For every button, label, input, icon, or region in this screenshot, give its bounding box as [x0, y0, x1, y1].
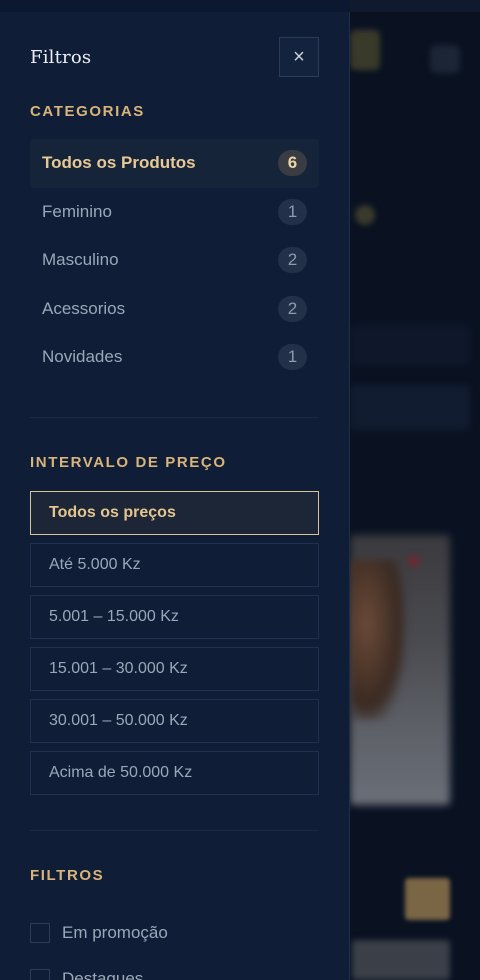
category-item-feminino[interactable]: Feminino 1 — [30, 188, 319, 237]
filter-em-promocao[interactable]: Em promoção — [30, 910, 319, 956]
category-list: Todos os Produtos 6 Feminino 1 Masculino… — [30, 139, 319, 382]
background-product-face — [350, 560, 405, 720]
filter-drawer: Filtros × CATEGORIAS Todos os Produtos 6… — [0, 0, 350, 980]
price-option-todos[interactable]: Todos os preços — [30, 491, 319, 535]
category-label: Todos os Produtos — [42, 153, 196, 173]
background-next-product — [352, 940, 450, 980]
categories-title: CATEGORIAS — [30, 103, 145, 120]
background-menu-icon — [430, 45, 460, 73]
category-label: Novidades — [42, 347, 123, 367]
background-topbar — [350, 0, 480, 12]
category-item-masculino[interactable]: Masculino 2 — [30, 236, 319, 285]
price-option-ate-5000[interactable]: Até 5.000 Kz — [30, 543, 319, 587]
category-item-todos[interactable]: Todos os Produtos 6 — [30, 139, 319, 188]
background-heart-icon — [408, 555, 420, 567]
background-row — [350, 325, 470, 365]
checkbox[interactable] — [30, 969, 50, 980]
drawer-top-strip — [0, 0, 350, 12]
category-item-novidades[interactable]: Novidades 1 — [30, 333, 319, 382]
price-option-30001-50000[interactable]: 30.001 – 50.000 Kz — [30, 699, 319, 743]
checkbox-label: Em promoção — [62, 923, 168, 942]
close-icon: × — [293, 45, 305, 68]
category-label: Masculino — [42, 250, 119, 270]
category-count-badge: 2 — [278, 247, 307, 274]
background-page — [350, 0, 480, 980]
background-toolbar — [350, 385, 470, 430]
category-item-acessorios[interactable]: Acessorios 2 — [30, 285, 319, 334]
category-count-badge: 1 — [278, 198, 307, 225]
filter-destaques[interactable]: Destaques — [30, 956, 319, 980]
background-logo — [350, 30, 380, 70]
price-option-5001-15000[interactable]: 5.001 – 15.000 Kz — [30, 595, 319, 639]
background-badge — [355, 205, 375, 225]
category-count-badge: 1 — [278, 344, 307, 371]
category-count-badge: 2 — [278, 295, 307, 322]
category-count-badge: 6 — [278, 150, 307, 177]
section-divider — [30, 830, 319, 831]
category-label: Feminino — [42, 201, 112, 221]
background-cart-button — [405, 878, 450, 920]
filters-title: FILTROS — [30, 867, 105, 884]
checkbox-label: Destaques — [62, 969, 144, 980]
section-divider — [30, 417, 319, 418]
price-option-acima-50000[interactable]: Acima de 50.000 Kz — [30, 751, 319, 795]
category-label: Acessorios — [42, 298, 126, 318]
drawer-title: Filtros — [30, 47, 92, 68]
checkbox[interactable] — [30, 923, 50, 943]
filter-checkbox-list: Em promoção Destaques — [30, 910, 319, 980]
drawer-header: Filtros × — [30, 37, 319, 77]
price-range-list: Todos os preços Até 5.000 Kz 5.001 – 15.… — [30, 491, 319, 803]
price-range-title: INTERVALO DE PREÇO — [30, 454, 227, 471]
price-option-15001-30000[interactable]: 15.001 – 30.000 Kz — [30, 647, 319, 691]
close-button[interactable]: × — [279, 37, 319, 77]
